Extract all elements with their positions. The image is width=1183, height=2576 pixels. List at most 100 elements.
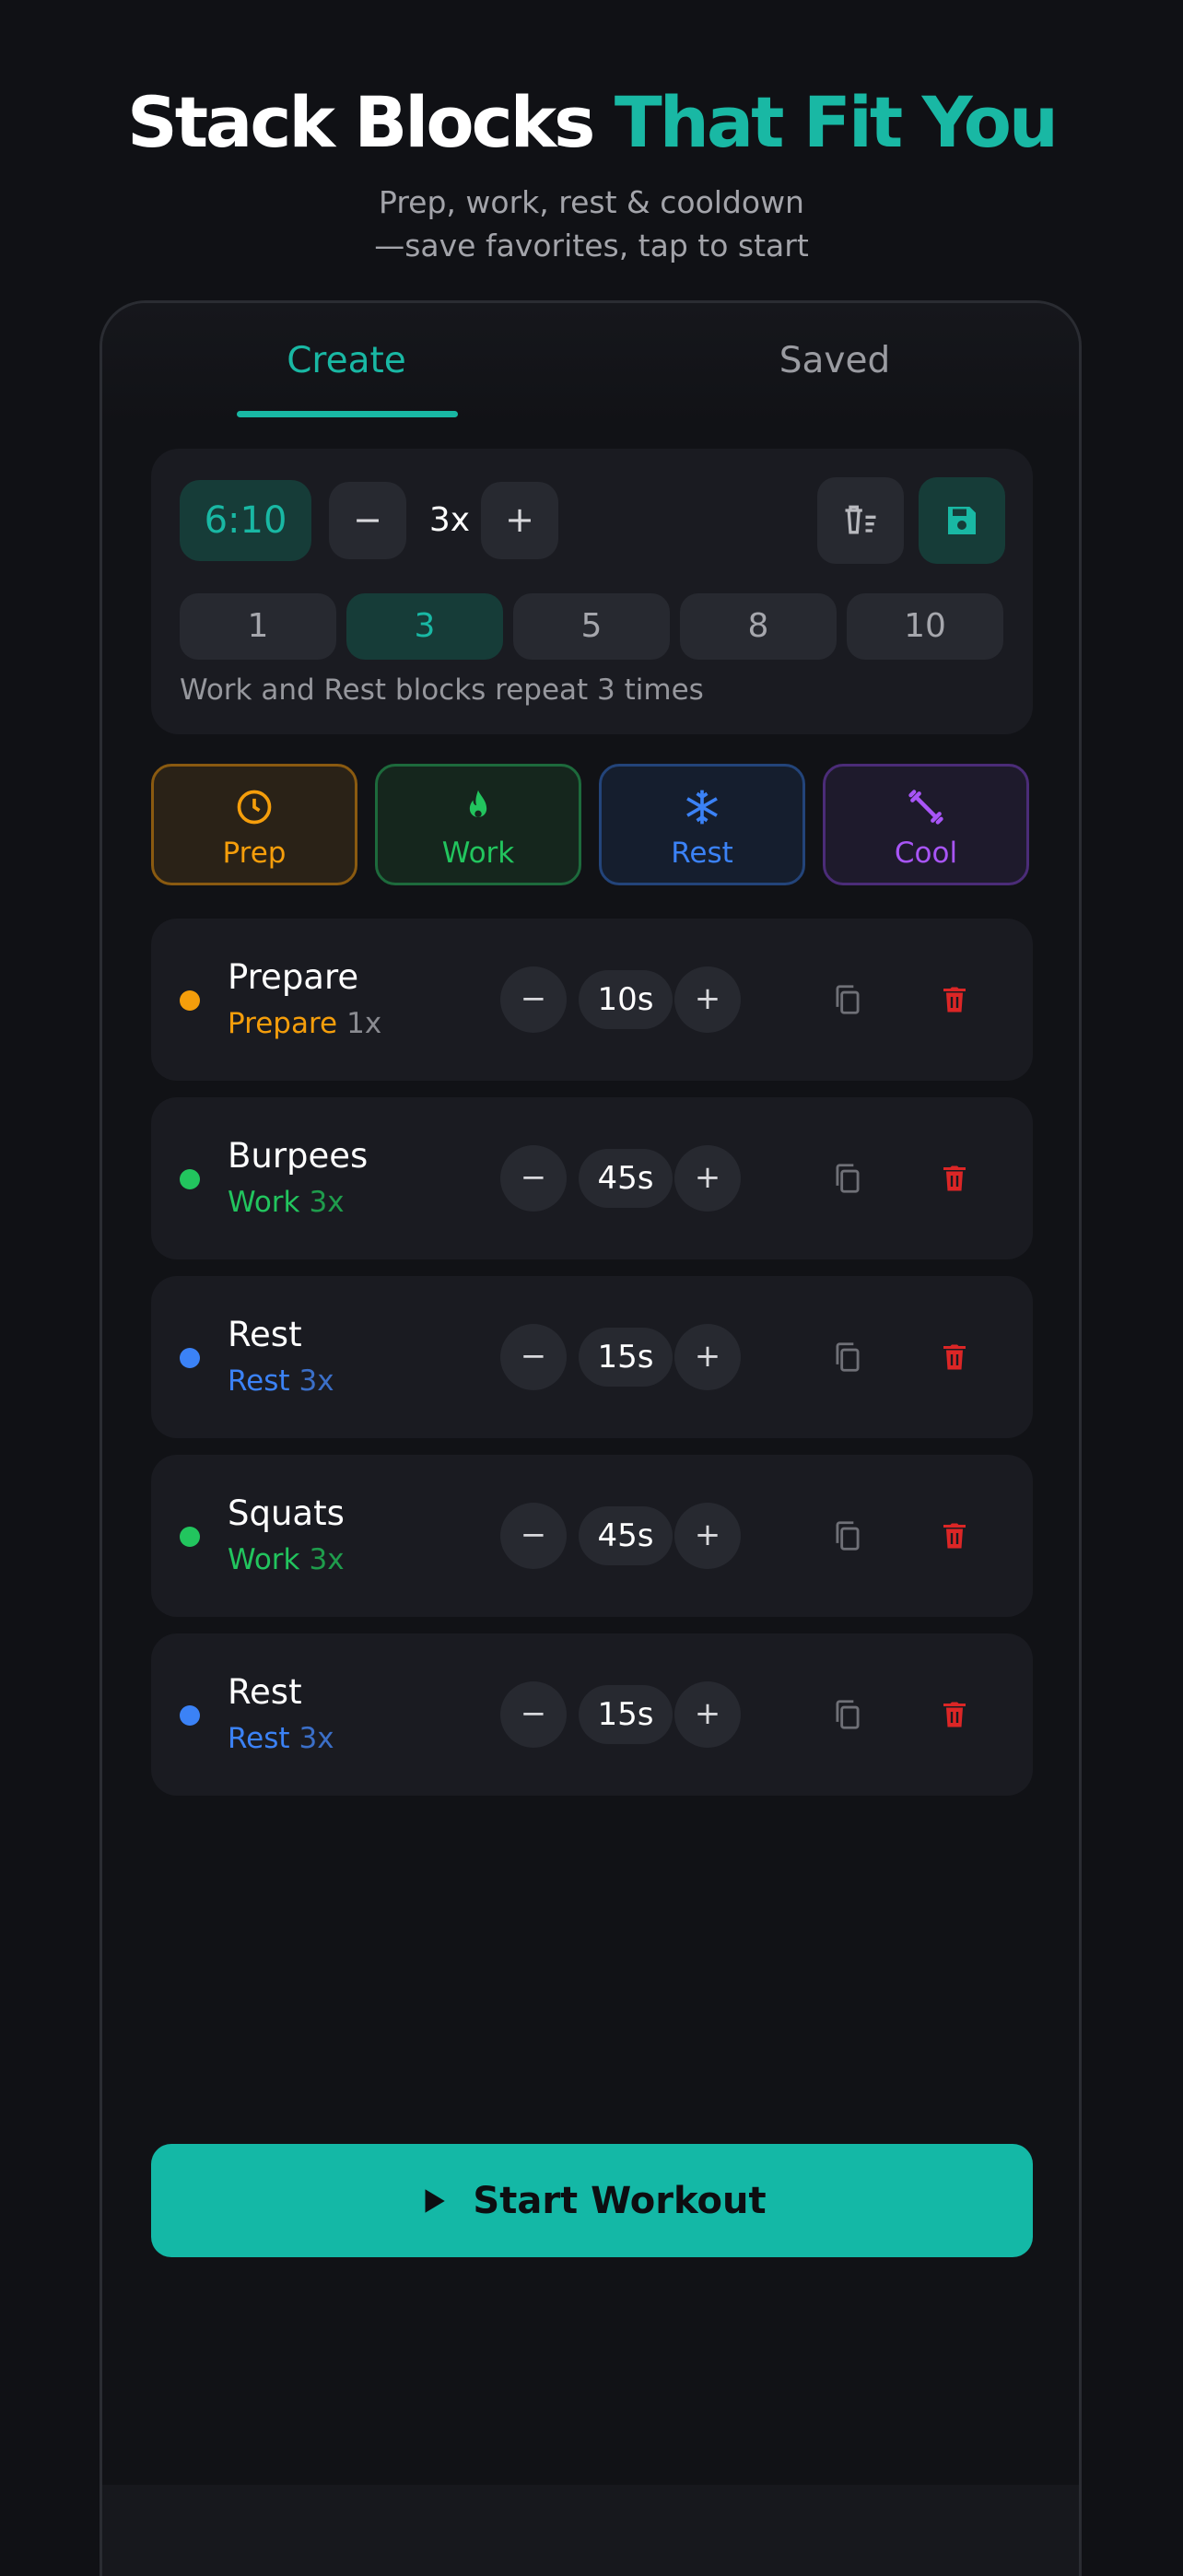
delete-block-button[interactable]	[931, 976, 978, 1024]
block-color-dot	[180, 1527, 200, 1547]
copy-icon	[836, 985, 860, 1014]
category-label-rest: Rest	[671, 837, 733, 870]
workout-block[interactable]: Squats Work 3x − 45s +	[151, 1455, 1033, 1617]
flame-icon	[469, 790, 487, 817]
tab-saved[interactable]: Saved	[724, 340, 945, 381]
duration-increment-button[interactable]: +	[674, 1681, 741, 1748]
add-cool-block-button[interactable]: Cool	[823, 764, 1029, 885]
snowflake-icon	[686, 790, 718, 825]
add-rest-block-button[interactable]: Rest	[599, 764, 805, 885]
copy-icon	[836, 1342, 860, 1372]
total-time-badge: 6:10	[180, 480, 311, 561]
dumbbell-icon	[908, 790, 943, 825]
duplicate-block-button[interactable]	[824, 1154, 872, 1202]
block-type-label: Work	[228, 1543, 300, 1576]
trash-icon	[943, 1165, 966, 1191]
block-duration: 15s	[579, 1685, 673, 1744]
block-name: Rest	[228, 1672, 302, 1712]
block-duration: 15s	[579, 1328, 673, 1387]
save-workout-button[interactable]	[919, 477, 1005, 564]
summary-panel: 6:10 − 3x + 1 3 5 8 10 Work and Rest blo…	[151, 449, 1033, 734]
hero-title-main: Stack Blocks	[126, 81, 595, 163]
workout-block[interactable]: Prepare Prepare 1x − 10s +	[151, 919, 1033, 1081]
clock-icon	[237, 790, 272, 825]
start-workout-button[interactable]: Start Workout	[151, 2144, 1033, 2257]
duration-increment-button[interactable]: +	[674, 1145, 741, 1212]
bottom-bar	[102, 2485, 1079, 2576]
block-name: Burpees	[228, 1136, 369, 1176]
duplicate-block-button[interactable]	[824, 976, 872, 1024]
category-label-work: Work	[441, 837, 515, 870]
duplicate-block-button[interactable]	[824, 1691, 872, 1739]
block-type: Prepare 1x	[228, 1007, 381, 1040]
rounds-increment-button[interactable]: +	[481, 482, 558, 559]
phone-frame: Create Saved 6:10 − 3x + 1 3 5 8 10 Work…	[100, 300, 1082, 2576]
round-preset-5[interactable]: 5	[513, 593, 670, 660]
block-type-label: Prepare	[228, 1007, 338, 1040]
duration-increment-button[interactable]: +	[674, 966, 741, 1033]
block-duration: 10s	[579, 970, 673, 1029]
block-repeat: 3x	[309, 1543, 345, 1576]
delete-block-button[interactable]	[931, 1154, 978, 1202]
round-preset-10[interactable]: 10	[847, 593, 1003, 660]
duration-increment-button[interactable]: +	[674, 1503, 741, 1569]
block-name: Rest	[228, 1315, 302, 1354]
block-repeat: 1x	[346, 1007, 382, 1040]
duration-decrement-button[interactable]: −	[500, 966, 567, 1033]
trash-icon	[943, 1344, 966, 1370]
block-type-label: Rest	[228, 1722, 290, 1755]
workout-block[interactable]: Rest Rest 3x − 15s +	[151, 1276, 1033, 1438]
duration-decrement-button[interactable]: −	[500, 1681, 567, 1748]
trash-icon	[943, 987, 966, 1013]
block-repeat: 3x	[309, 1186, 345, 1219]
block-type: Work 3x	[228, 1186, 345, 1219]
block-name: Prepare	[228, 957, 359, 997]
delete-block-button[interactable]	[931, 1512, 978, 1560]
delete-block-button[interactable]	[931, 1333, 978, 1381]
duration-increment-button[interactable]: +	[674, 1324, 741, 1390]
tab-create[interactable]: Create	[236, 340, 457, 381]
tab-bar: Create Saved	[102, 303, 1079, 425]
block-repeat: 3x	[299, 1722, 334, 1755]
add-prep-block-button[interactable]: Prep	[151, 764, 357, 885]
block-repeat: 3x	[299, 1364, 334, 1398]
block-color-dot	[180, 1705, 200, 1726]
copy-icon	[836, 1164, 860, 1193]
play-icon	[425, 2188, 446, 2213]
hero-title: Stack Blocks That Fit You	[0, 81, 1183, 163]
workout-block[interactable]: Rest Rest 3x − 15s +	[151, 1633, 1033, 1796]
round-preset-8[interactable]: 8	[680, 593, 837, 660]
category-label-prep: Prep	[222, 837, 287, 870]
duration-decrement-button[interactable]: −	[500, 1145, 567, 1212]
block-name: Squats	[228, 1493, 345, 1533]
duration-decrement-button[interactable]: −	[500, 1324, 567, 1390]
duplicate-block-button[interactable]	[824, 1333, 872, 1381]
hero-subtitle-line1: Prep, work, rest & cooldown	[379, 184, 804, 220]
block-duration: 45s	[579, 1506, 673, 1565]
active-tab-indicator	[237, 411, 458, 417]
repeat-note: Work and Rest blocks repeat 3 times	[180, 673, 704, 707]
add-work-block-button[interactable]: Work	[375, 764, 581, 885]
clear-all-icon	[845, 505, 876, 534]
block-type: Work 3x	[228, 1543, 345, 1576]
rounds-value: 3x	[428, 501, 471, 539]
duration-decrement-button[interactable]: −	[500, 1503, 567, 1569]
block-type: Rest 3x	[228, 1364, 334, 1398]
hero-subtitle-line2: —save favorites, tap to start	[374, 228, 809, 263]
copy-icon	[836, 1700, 860, 1729]
workout-block[interactable]: Burpees Work 3x − 45s +	[151, 1097, 1033, 1259]
block-type: Rest 3x	[228, 1722, 334, 1755]
trash-icon	[943, 1523, 966, 1549]
clear-blocks-button[interactable]	[817, 477, 904, 564]
rounds-decrement-button[interactable]: −	[329, 482, 406, 559]
duplicate-block-button[interactable]	[824, 1512, 872, 1560]
delete-block-button[interactable]	[931, 1691, 978, 1739]
start-workout-label: Start Workout	[473, 2179, 767, 2222]
block-duration: 45s	[579, 1149, 673, 1208]
round-preset-3[interactable]: 3	[346, 593, 503, 660]
save-icon	[948, 507, 976, 534]
trash-icon	[943, 1702, 966, 1727]
block-type-label: Work	[228, 1186, 300, 1219]
block-color-dot	[180, 1348, 200, 1368]
round-preset-1[interactable]: 1	[180, 593, 336, 660]
